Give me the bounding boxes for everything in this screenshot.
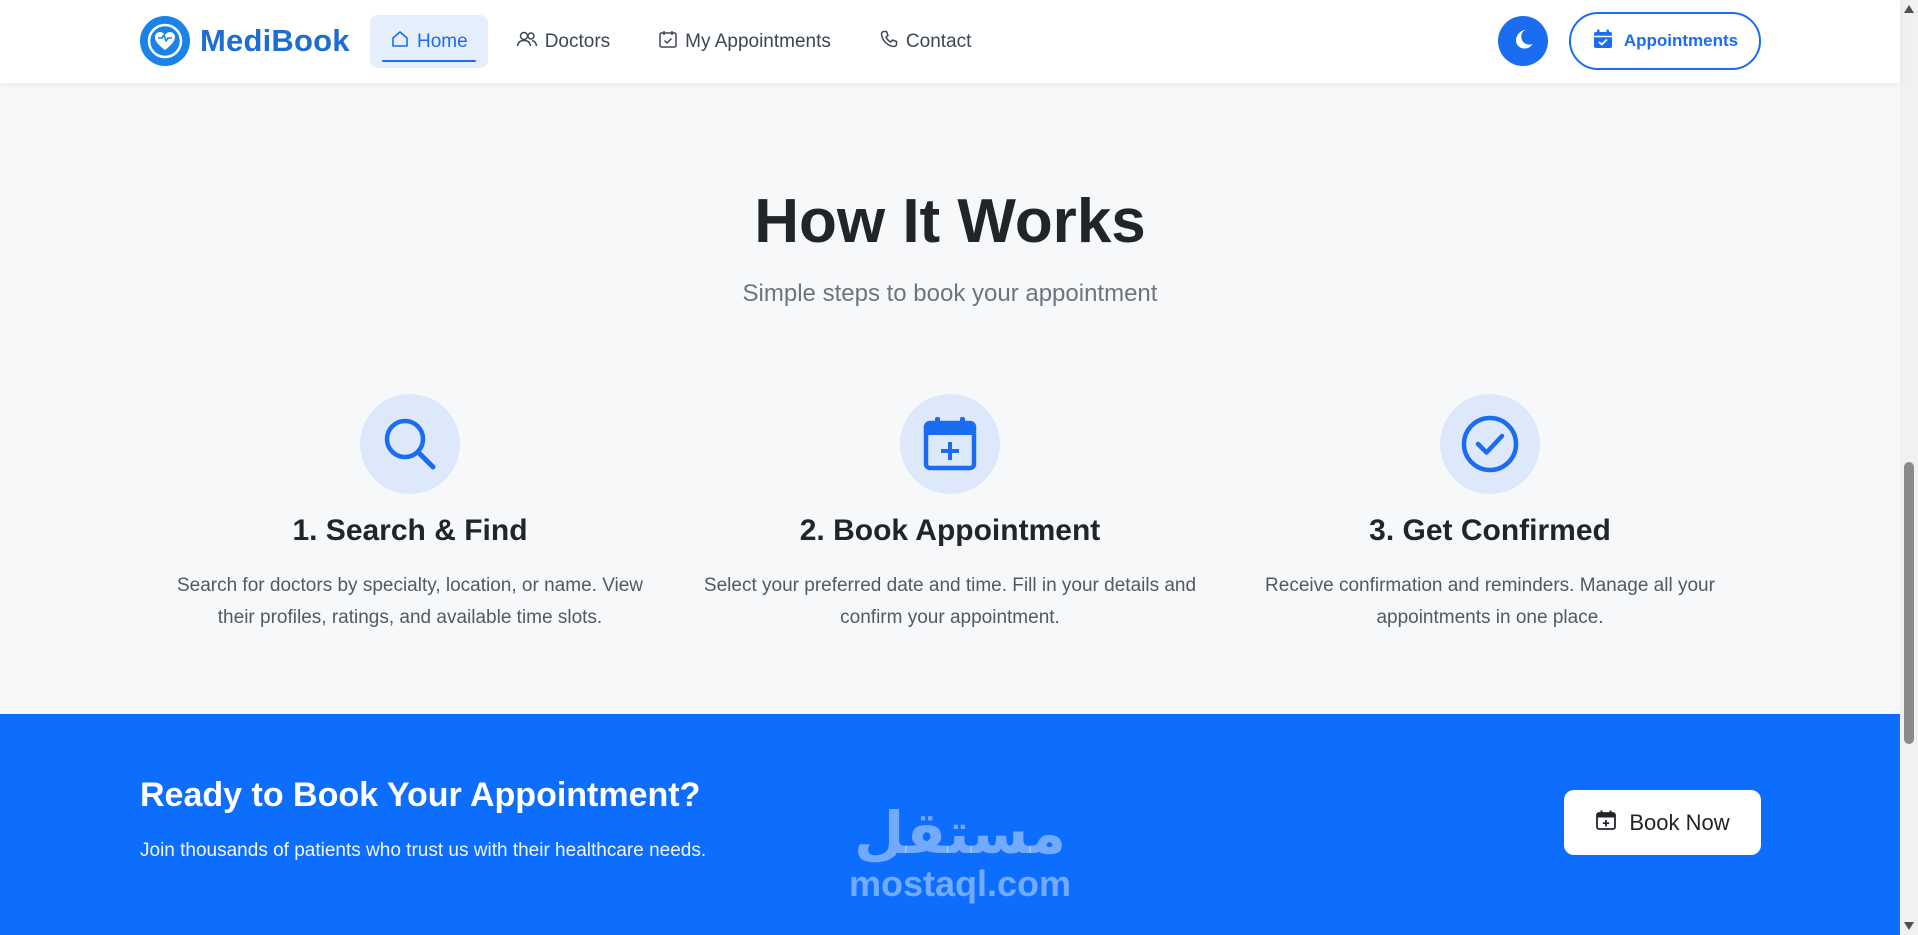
step-description: Search for doctors by specialty, locatio… [176, 575, 644, 628]
step-search: 1. Search & Find Search for doctors by s… [140, 394, 680, 634]
steps: 1. Search & Find Search for doctors by s… [140, 394, 1760, 634]
watermark-latin: mostaql.com [848, 863, 1072, 904]
check-circle-icon [1440, 394, 1540, 494]
watermark-arabic: مستقل [853, 799, 1067, 867]
watermark: مستقل mostaql.com [840, 802, 1080, 904]
nav-item-my-appointments[interactable]: My Appointments [638, 15, 851, 68]
cta-text: Join thousands of patients who trust us … [140, 840, 707, 861]
nav-item-contact[interactable]: Contact [859, 15, 991, 68]
nav-item-label: Doctors [544, 30, 611, 52]
users-icon [516, 29, 538, 55]
calendar-plus-icon [1595, 809, 1617, 837]
search-icon [360, 394, 460, 494]
page-scrollbar[interactable] [1900, 0, 1918, 935]
nav-item-label: Home [417, 30, 468, 52]
nav-item-doctors[interactable]: Doctors [496, 15, 630, 68]
book-now-label: Book Now [1629, 809, 1730, 835]
book-now-button[interactable]: Book Now [1564, 790, 1761, 855]
moon-icon [1510, 26, 1536, 57]
calendar-check-icon [1592, 28, 1614, 55]
heart-shield-icon [140, 16, 190, 66]
calendar-check-icon [658, 29, 678, 55]
nav-links: Home Doctors My Appointments Contact [370, 15, 991, 68]
page: MediBook Home Doctors My Appointments Co… [0, 0, 1918, 935]
nav-item-label: Contact [905, 30, 972, 52]
appointments-button-label: Appointments [1623, 31, 1739, 50]
scrollbar-thumb[interactable] [1904, 462, 1914, 744]
step-title: 2. Book Appointment [799, 514, 1101, 547]
scroll-down-arrow[interactable] [1904, 922, 1914, 930]
cta-title: Ready to Book Your Appointment? [140, 776, 701, 814]
step-title: 3. Get Confirmed [1369, 514, 1611, 547]
theme-toggle-button[interactable] [1498, 16, 1548, 66]
nav-item-home[interactable]: Home [370, 15, 488, 68]
step-confirmed: 3. Get Confirmed Receive confirmation an… [1220, 394, 1760, 634]
cta-banner: Ready to Book Your Appointment? Join tho… [0, 714, 1900, 935]
scroll-up-arrow[interactable] [1904, 5, 1914, 13]
nav-item-label: My Appointments [685, 30, 831, 52]
brand-name: MediBook [200, 23, 350, 58]
section-title: How It Works [754, 187, 1146, 256]
phone-icon [879, 29, 899, 55]
step-book: 2. Book Appointment Select your preferre… [680, 394, 1220, 634]
appointments-button[interactable]: Appointments [1569, 12, 1761, 70]
navbar: MediBook Home Doctors My Appointments Co… [0, 0, 1900, 83]
section-subtitle: Simple steps to book your appointment [742, 280, 1158, 307]
step-description: Receive confirmation and reminders. Mana… [1265, 575, 1715, 628]
step-description: Select your preferred date and time. Fil… [703, 575, 1197, 628]
brand-link[interactable]: MediBook [140, 16, 350, 66]
home-icon [390, 29, 410, 55]
step-title: 1. Search & Find [292, 514, 528, 547]
calendar-plus-icon [900, 394, 1000, 494]
